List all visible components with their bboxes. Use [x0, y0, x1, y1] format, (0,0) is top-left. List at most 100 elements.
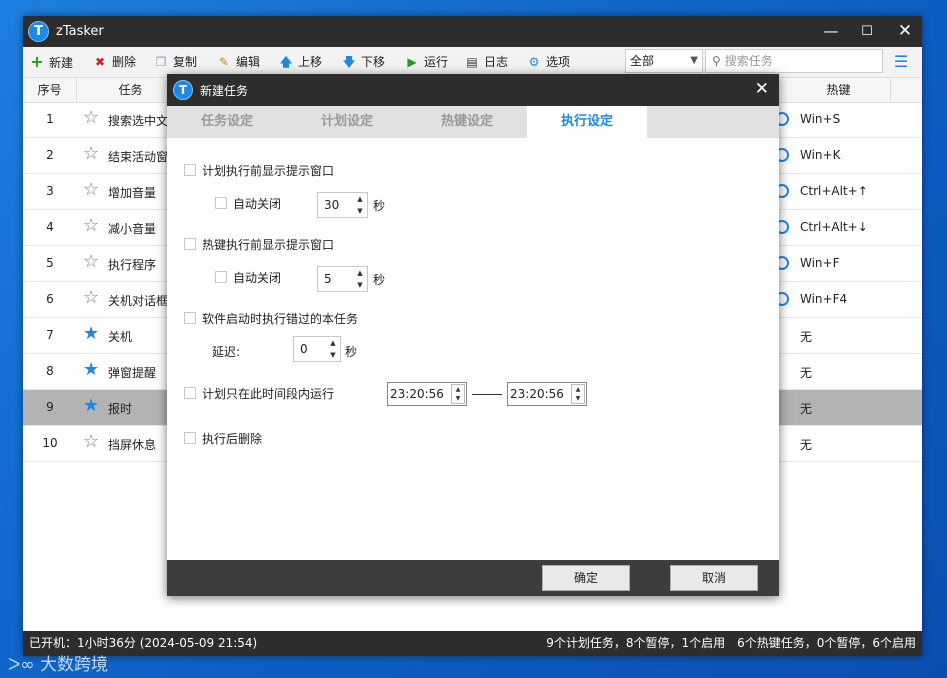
star-outline-icon[interactable]: ☆: [83, 253, 99, 271]
minimize-button[interactable]: —: [813, 16, 849, 47]
search-input[interactable]: ⚲ 搜索任务: [705, 49, 883, 73]
filter-value: 全部: [630, 54, 655, 68]
show-prompt-before-hotkey-checkbox[interactable]: [184, 238, 196, 250]
tab-schedule-settings[interactable]: 计划设定: [287, 106, 407, 138]
dialog-title-bar[interactable]: T 新建任务 ✕: [167, 74, 779, 106]
copy-button[interactable]: ❐ 复制: [153, 53, 197, 71]
col-index-header[interactable]: 序号: [23, 78, 77, 102]
execution-settings-panel: 计划执行前显示提示窗口 自动关闭 30 ▲ ▼ 秒 热键执行前显示提示窗口 自动关…: [167, 138, 779, 560]
time-window-checkbox[interactable]: [184, 387, 196, 399]
status-bar: 已开机：1小时36分 (2024-05-09 21:54) 9个计划任务，8个暂…: [23, 631, 922, 656]
dialog-close-icon[interactable]: ✕: [755, 79, 769, 99]
delay-stepper[interactable]: 0 ▲ ▼: [293, 336, 341, 362]
hotkey-text: Ctrl+Alt+↓: [800, 220, 868, 234]
spin-down-icon[interactable]: ▼: [353, 205, 367, 217]
hotkey-auto-close-stepper[interactable]: 5 ▲ ▼: [317, 266, 368, 292]
move-down-button[interactable]: 🡇 下移: [341, 53, 385, 71]
star-filled-icon[interactable]: ★: [83, 361, 99, 379]
row-index: 1: [46, 112, 54, 126]
spin-up-icon[interactable]: ▲: [353, 193, 367, 205]
run-button[interactable]: ▶ 运行: [404, 53, 448, 71]
log-icon: ▤: [466, 55, 478, 69]
spin-down-icon[interactable]: ▼: [326, 349, 340, 361]
show-prompt-before-schedule-label: 计划执行前显示提示窗口: [202, 164, 335, 178]
spin-down-icon[interactable]: ▼: [452, 394, 464, 403]
schedule-auto-close-value: 30: [324, 198, 340, 212]
star-filled-icon[interactable]: ★: [83, 397, 99, 415]
spin-down-icon[interactable]: ▼: [572, 394, 584, 403]
move-down-label: 下移: [361, 55, 386, 69]
star-outline-icon[interactable]: ☆: [83, 181, 99, 199]
hotkey-auto-close-value: 5: [324, 272, 332, 286]
copy-label: 复制: [173, 55, 198, 69]
maximize-button[interactable]: ☐: [849, 16, 885, 47]
gear-icon: ⚙: [528, 55, 540, 69]
end-time-input[interactable]: 23:20:56 ▲ ▼: [507, 382, 587, 406]
hotkey-text: 无: [800, 438, 813, 452]
spin-up-icon[interactable]: ▲: [452, 385, 464, 394]
watermark: ᐳ∞ 大数跨境: [8, 650, 108, 675]
spin-up-icon[interactable]: ▲: [572, 385, 584, 394]
spin-down-icon[interactable]: ▼: [353, 279, 367, 291]
filter-dropdown[interactable]: 全部 ▼: [625, 49, 703, 73]
cancel-button[interactable]: 取消: [670, 565, 758, 591]
star-filled-icon[interactable]: ★: [83, 325, 99, 343]
schedule-seconds-unit: 秒: [373, 199, 386, 213]
run-missed-on-start-label: 软件启动时执行错过的本任务: [202, 312, 359, 326]
tab-hotkey-settings[interactable]: 热键设定: [407, 106, 527, 138]
delay-seconds-unit: 秒: [345, 345, 358, 359]
hotkey-auto-close-label: 自动关闭: [233, 271, 282, 285]
app-logo-icon: T: [28, 21, 49, 42]
col-hotkey-header[interactable]: 热键: [787, 78, 891, 102]
start-time-value: 23:20:56: [390, 387, 444, 401]
show-prompt-before-schedule-checkbox[interactable]: [184, 164, 196, 176]
search-icon: ⚲: [712, 54, 721, 68]
task-name: 执行程序: [108, 258, 157, 272]
hotkey-text: 无: [800, 402, 813, 416]
spin-up-icon[interactable]: ▲: [353, 267, 367, 279]
delete-button[interactable]: ✖ 删除: [92, 53, 136, 71]
schedule-auto-close-checkbox[interactable]: [215, 197, 227, 209]
spin-up-icon[interactable]: ▲: [326, 337, 340, 349]
delete-label: 删除: [112, 55, 137, 69]
tab-execution-settings[interactable]: 执行设定: [527, 106, 647, 138]
star-outline-icon[interactable]: ☆: [83, 217, 99, 235]
task-name: 搜索选中文: [108, 114, 169, 128]
star-outline-icon[interactable]: ☆: [83, 433, 99, 451]
close-button[interactable]: ✕: [887, 16, 923, 47]
plus-icon: +: [30, 52, 44, 71]
new-label: 新建: [49, 56, 74, 70]
hotkey-text: 无: [800, 366, 813, 380]
task-name: 关机对话框: [108, 294, 169, 308]
task-name: 挡屏休息: [108, 438, 157, 452]
search-placeholder: 搜索任务: [724, 54, 773, 68]
star-outline-icon[interactable]: ☆: [83, 289, 99, 307]
dialog-logo-icon: T: [173, 80, 193, 100]
run-missed-on-start-checkbox[interactable]: [184, 312, 196, 324]
star-outline-icon[interactable]: ☆: [83, 109, 99, 127]
star-outline-icon[interactable]: ☆: [83, 145, 99, 163]
start-time-input[interactable]: 23:20:56 ▲ ▼: [387, 382, 467, 406]
new-button[interactable]: + 新建: [29, 53, 73, 71]
show-prompt-before-hotkey-label: 热键执行前显示提示窗口: [202, 238, 335, 252]
log-button[interactable]: ▤ 日志: [464, 53, 508, 71]
row-index: 5: [46, 256, 54, 270]
new-task-dialog: T 新建任务 ✕ 任务设定 计划设定 热键设定 执行设定 计划执行前显示提示窗口…: [167, 74, 779, 596]
row-index: 2: [46, 148, 54, 162]
end-time-value: 23:20:56: [510, 387, 564, 401]
edit-button[interactable]: ✎ 编辑: [216, 53, 260, 71]
task-name: 减小音量: [108, 222, 157, 236]
task-name: 报时: [108, 402, 133, 416]
schedule-auto-close-stepper[interactable]: 30 ▲ ▼: [317, 192, 368, 218]
options-button[interactable]: ⚙ 选项: [526, 53, 570, 71]
delete-after-run-checkbox[interactable]: [184, 432, 196, 444]
move-up-button[interactable]: 🡅 上移: [278, 53, 322, 71]
arrow-up-icon: 🡅: [279, 55, 293, 69]
ok-button[interactable]: 确定: [542, 565, 630, 591]
title-bar[interactable]: T zTasker — ☐ ✕: [23, 16, 922, 47]
schedule-auto-close-label: 自动关闭: [233, 197, 282, 211]
watermark-logo-icon: ᐳ∞: [8, 655, 40, 675]
list-view-icon[interactable]: ☰: [889, 51, 913, 73]
tab-task-settings[interactable]: 任务设定: [167, 106, 287, 138]
hotkey-auto-close-checkbox[interactable]: [215, 271, 227, 283]
